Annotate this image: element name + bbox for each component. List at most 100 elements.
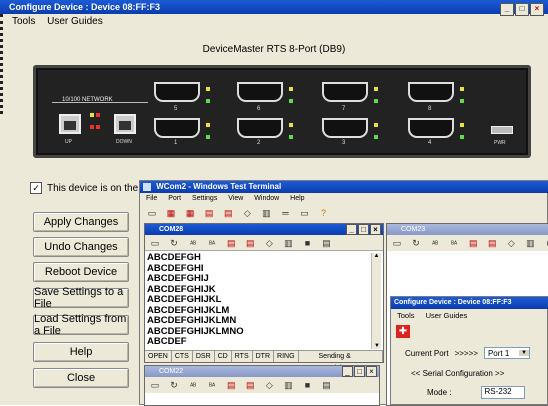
status-dsr: DSR bbox=[193, 351, 215, 362]
port-number-3: 3 bbox=[342, 140, 345, 146]
help-icon[interactable]: ? bbox=[318, 207, 330, 219]
current-port-label: Current Port bbox=[405, 349, 449, 358]
com28-toolbar: ▭ ↻ ᴬᴮ ᴮᴬ ▤ ▤ ◇ ▥ ■ ▤ bbox=[145, 235, 383, 251]
terminal-icon bbox=[143, 183, 151, 191]
wcom2-menu-bar: File Port Settings View Window Help bbox=[146, 195, 314, 202]
minimize-icon[interactable]: _ bbox=[500, 3, 514, 16]
refresh-icon[interactable]: ↻ bbox=[410, 237, 422, 249]
sort-reverse-icon[interactable]: ᴮᴬ bbox=[206, 239, 218, 251]
statistics-icon[interactable]: ▥ bbox=[260, 207, 272, 219]
db9-port-3 bbox=[322, 118, 368, 138]
port-stats-icon[interactable]: ▥ bbox=[282, 237, 294, 249]
com28-terminal-output[interactable]: ABCDEFGH ABCDEFGHI ABCDEFGHIJ ABCDEFGHIJ… bbox=[147, 253, 369, 349]
device-tree-icon[interactable]: ✚ bbox=[396, 325, 410, 338]
db9-port-5 bbox=[154, 82, 200, 102]
port-arrows: >>>>> bbox=[455, 349, 478, 358]
power-connector bbox=[491, 126, 513, 134]
send-data-icon[interactable]: ▤ bbox=[225, 237, 237, 249]
print-icon[interactable]: ▤ bbox=[321, 379, 333, 391]
com28-scrollbar[interactable]: ▲ ▼ bbox=[371, 253, 381, 349]
chevron-down-icon[interactable]: ▼ bbox=[519, 350, 529, 356]
device-panel: 10/100 NETWORK UP DOWN 5 6 7 8 1 2 3 4 bbox=[33, 65, 531, 158]
menu-settings[interactable]: Settings bbox=[192, 195, 217, 202]
menu-window[interactable]: Window bbox=[254, 195, 279, 202]
receive-icon[interactable]: ▤ bbox=[222, 207, 234, 219]
save-icon[interactable]: ■ bbox=[302, 379, 314, 391]
open-all-icon[interactable]: ▦ bbox=[165, 207, 177, 219]
menu-port[interactable]: Port bbox=[168, 195, 181, 202]
sort-reverse-icon[interactable]: ᴮᴬ bbox=[206, 381, 218, 393]
port-number-7: 7 bbox=[342, 106, 345, 112]
undo-changes-button[interactable]: Undo Changes bbox=[33, 237, 129, 257]
maximize-icon[interactable]: □ bbox=[515, 3, 529, 16]
new-icon[interactable]: ▭ bbox=[146, 207, 158, 219]
port-stats-icon[interactable]: ▥ bbox=[282, 379, 294, 391]
close-all-icon[interactable]: ▦ bbox=[184, 207, 196, 219]
com28-maximize-icon[interactable]: □ bbox=[358, 224, 369, 235]
close-button[interactable]: Close bbox=[33, 368, 129, 388]
sort-icon[interactable]: ᴬᴮ bbox=[187, 381, 199, 393]
sort-icon[interactable]: ᴬᴮ bbox=[429, 239, 441, 251]
menu-user-guides[interactable]: User Guides bbox=[47, 16, 103, 27]
loopback-test-icon[interactable]: ◇ bbox=[263, 237, 275, 249]
help-button[interactable]: Help bbox=[33, 342, 129, 362]
close-icon[interactable]: × bbox=[530, 3, 544, 16]
port-config-icon[interactable]: ▭ bbox=[299, 207, 311, 219]
save-icon[interactable]: ■ bbox=[544, 237, 548, 249]
com22-maximize-icon[interactable]: □ bbox=[354, 366, 365, 377]
com22-close-icon[interactable]: × bbox=[366, 366, 377, 377]
clear-icon[interactable]: ▭ bbox=[391, 237, 403, 249]
port-number-5: 5 bbox=[174, 106, 177, 112]
menu-file[interactable]: File bbox=[146, 195, 157, 202]
save-icon[interactable]: ■ bbox=[302, 237, 314, 249]
apply-changes-button[interactable]: Apply Changes bbox=[33, 212, 129, 232]
menu-tools[interactable]: Tools bbox=[12, 16, 35, 27]
send-icon[interactable]: ▤ bbox=[203, 207, 215, 219]
sort-icon[interactable]: ᴬᴮ bbox=[187, 239, 199, 251]
load-settings-button[interactable]: Load Settings from a File bbox=[33, 315, 129, 335]
local-checkbox[interactable]: ✓ bbox=[30, 182, 42, 194]
receive-data-icon[interactable]: ▤ bbox=[486, 237, 498, 249]
small-menu-user-guides[interactable]: User Guides bbox=[426, 311, 468, 320]
print-icon[interactable]: ▤ bbox=[321, 237, 333, 249]
status-dtr: DTR bbox=[253, 351, 274, 362]
send-data-icon[interactable]: ▤ bbox=[225, 379, 237, 391]
sort-reverse-icon[interactable]: ᴮᴬ bbox=[448, 239, 460, 251]
com22-toolbar: ▭ ↻ ᴬᴮ ᴮᴬ ▤ ▤ ◇ ▥ ■ ▤ bbox=[145, 377, 379, 393]
clear-icon[interactable]: ▭ bbox=[149, 237, 161, 249]
serial-config-toggle[interactable]: << Serial Configuration >> bbox=[411, 369, 504, 378]
menu-view[interactable]: View bbox=[228, 195, 243, 202]
loopback-test-icon[interactable]: ◇ bbox=[263, 379, 275, 391]
receive-data-icon[interactable]: ▤ bbox=[244, 237, 256, 249]
com23-title: COM23 bbox=[401, 226, 425, 233]
receive-data-icon[interactable]: ▤ bbox=[244, 379, 256, 391]
status-cd: CD bbox=[215, 351, 232, 362]
refresh-icon[interactable]: ↻ bbox=[168, 379, 180, 391]
com22-window: COM22 _□× ▭ ↻ ᴬᴮ ᴮᴬ ▤ ▤ ◇ ▥ ■ ▤ bbox=[144, 365, 380, 406]
db9-port-1 bbox=[154, 118, 200, 138]
loopback-icon[interactable]: ◇ bbox=[241, 207, 253, 219]
com23-title-bar: COM23 bbox=[387, 224, 548, 235]
window-edge bbox=[0, 14, 3, 114]
reboot-device-button[interactable]: Reboot Device bbox=[33, 262, 129, 282]
loopback-test-icon[interactable]: ◇ bbox=[505, 237, 517, 249]
com22-minimize-icon[interactable]: _ bbox=[342, 366, 353, 377]
db9-port-8 bbox=[408, 82, 454, 102]
current-port-select[interactable]: Port 1 ▼ bbox=[484, 347, 530, 359]
port-stats-icon[interactable]: ▥ bbox=[524, 237, 536, 249]
menu-help[interactable]: Help bbox=[290, 195, 304, 202]
com28-minimize-icon[interactable]: _ bbox=[346, 224, 357, 235]
send-data-icon[interactable]: ▤ bbox=[467, 237, 479, 249]
clear-icon[interactable]: ▭ bbox=[149, 379, 161, 391]
small-menu-tools[interactable]: Tools bbox=[397, 311, 415, 320]
refresh-icon[interactable]: ↻ bbox=[168, 237, 180, 249]
wcom2-title: WCom2 - Windows Test Terminal bbox=[156, 182, 281, 191]
port-leds-8 bbox=[460, 82, 466, 106]
save-settings-button[interactable]: Save Settings to a File bbox=[33, 288, 129, 308]
com23-toolbar: ▭ ↻ ᴬᴮ ᴮᴬ ▤ ▤ ◇ ▥ ■ ▤ bbox=[387, 235, 548, 251]
current-port-row: Current Port >>>>> Port 1 ▼ bbox=[405, 347, 530, 359]
status-rts: RTS bbox=[232, 351, 253, 362]
line-icon[interactable]: ═ bbox=[279, 207, 291, 219]
com28-close-icon[interactable]: × bbox=[370, 224, 381, 235]
mode-select[interactable]: RS-232 bbox=[481, 386, 525, 399]
